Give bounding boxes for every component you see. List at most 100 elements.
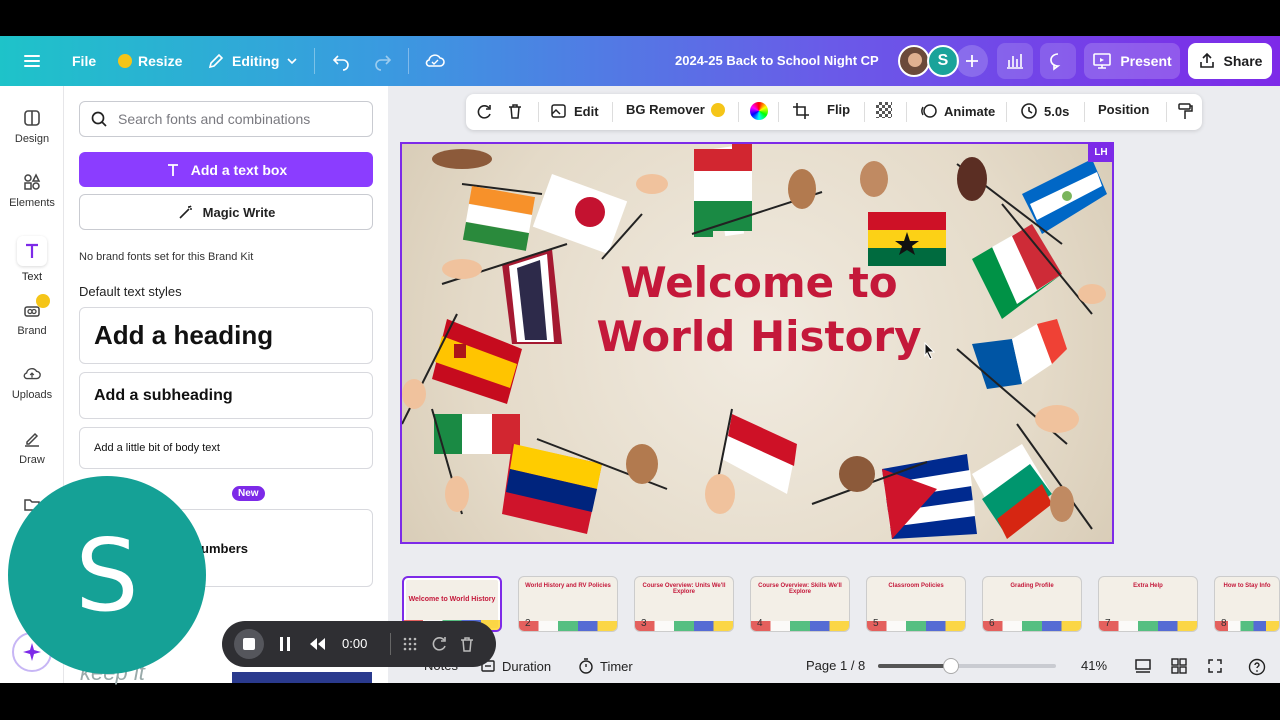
resize-button[interactable]: Resize <box>118 53 182 69</box>
transparency-button[interactable] <box>876 102 892 118</box>
magic-write-button[interactable]: Magic Write <box>79 194 373 230</box>
edit-image-button[interactable]: Edit <box>550 102 599 120</box>
add-text-box-button[interactable]: Add a text box <box>79 152 373 187</box>
help-icon[interactable] <box>1248 658 1266 676</box>
rail-item-draw[interactable]: Draw <box>0 429 64 466</box>
comments-button[interactable] <box>1040 43 1076 79</box>
duration-button[interactable]: 5.0s <box>1020 102 1069 120</box>
redo-icon[interactable] <box>373 51 393 71</box>
rail-item-brand[interactable]: Brand <box>0 294 64 337</box>
crop-icon[interactable] <box>792 102 810 120</box>
text-icon <box>167 163 178 176</box>
rail-label: Elements <box>9 197 55 209</box>
thumbnail-page-3[interactable]: Course Overview: Units We'll Explore 3 <box>634 576 734 632</box>
thumbnail-title: Welcome to World History <box>408 596 496 603</box>
uploads-icon <box>22 364 42 384</box>
rewind-icon[interactable] <box>308 636 326 655</box>
rail-label: Design <box>14 133 50 145</box>
comment-icon <box>1050 53 1061 71</box>
context-toolbar: Edit BG Remover Flip Animate 5.0s Positi… <box>466 94 1202 130</box>
document-title[interactable]: 2024-25 Back to School Night CP <box>675 53 879 68</box>
rail-label: Brand <box>17 325 47 337</box>
share-button[interactable]: Share <box>1188 43 1272 79</box>
chevron-down-icon <box>287 58 298 65</box>
zoom-slider[interactable] <box>878 658 1056 674</box>
rail-item-text[interactable]: Text <box>0 236 64 283</box>
fullscreen-icon[interactable] <box>1207 658 1223 674</box>
duration-bottom-button[interactable]: Duration <box>480 658 551 674</box>
add-text-box-label: Add a text box <box>190 161 288 178</box>
editing-label: Editing <box>232 53 280 69</box>
add-collaborator-button[interactable] <box>956 45 988 77</box>
add-body-text-option[interactable]: Add a little bit of body text <box>79 427 373 469</box>
cloud-saved-icon[interactable] <box>424 51 446 71</box>
timer-icon <box>579 658 593 674</box>
thumbnail-number: 7 <box>1105 618 1111 629</box>
restart-icon[interactable] <box>430 635 448 656</box>
rail-item-elements[interactable]: Elements <box>0 172 64 209</box>
new-badge: New <box>232 486 265 501</box>
mouse-cursor-icon <box>924 342 936 360</box>
user-avatar[interactable]: S <box>927 45 959 77</box>
flip-button[interactable]: Flip <box>827 102 850 117</box>
animate-icon <box>921 104 937 118</box>
file-menu[interactable]: File <box>72 53 96 69</box>
pages-view-icon[interactable] <box>1134 658 1152 674</box>
divider <box>1166 102 1167 122</box>
elements-icon <box>22 172 42 192</box>
pause-icon[interactable] <box>278 636 292 655</box>
rail-item-uploads[interactable]: Uploads <box>0 364 64 401</box>
flag-japan <box>532 174 643 260</box>
collaborator-avatar[interactable] <box>898 45 930 77</box>
delete-icon[interactable] <box>506 102 524 120</box>
search-input[interactable] <box>118 111 358 127</box>
magic-wand-icon <box>179 205 192 219</box>
add-subheading-option[interactable]: Add a subheading <box>79 372 373 419</box>
rail-label: Text <box>21 271 43 283</box>
rail-item-design[interactable]: Design <box>0 108 64 145</box>
page-indicator[interactable]: Page 1 / 8 <box>806 658 865 673</box>
slide-title[interactable]: Welcome to World History <box>402 256 1112 364</box>
present-button[interactable]: Present <box>1084 43 1180 79</box>
page-thumbnails: Welcome to World History World History a… <box>402 574 1280 634</box>
rail-label: Uploads <box>11 389 53 401</box>
timer-button[interactable]: Timer <box>578 658 633 674</box>
divider <box>390 633 391 655</box>
slide-canvas[interactable]: LH Welcome to World History <box>400 142 1114 544</box>
bg-remover-button[interactable]: BG Remover <box>626 102 725 117</box>
replace-icon[interactable] <box>474 102 494 122</box>
insights-button[interactable] <box>997 43 1033 79</box>
timer-label: Timer <box>600 658 633 674</box>
animate-button[interactable]: Animate <box>920 102 995 120</box>
thumbnail-page-5[interactable]: Classroom Policies 5 <box>866 576 966 632</box>
menu-icon[interactable] <box>22 51 42 71</box>
thumbnail-flags <box>1099 621 1197 631</box>
undo-icon[interactable] <box>331 51 351 71</box>
divider <box>1006 102 1007 122</box>
zoom-slider-handle[interactable] <box>943 658 959 674</box>
canva-editor: File Resize Editing 2024-25 Back to Scho… <box>0 0 1280 720</box>
present-label: Present <box>1120 53 1172 69</box>
thumbnail-page-8[interactable]: How to Stay Info 8 <box>1214 576 1280 632</box>
thumbnail-page-2[interactable]: World History and RV Policies 2 <box>518 576 618 632</box>
add-heading-option[interactable]: Add a heading <box>79 307 373 364</box>
font-search[interactable] <box>79 101 373 137</box>
grid-view-icon[interactable] <box>1171 658 1187 674</box>
draw-icon <box>22 429 42 449</box>
color-picker[interactable] <box>750 102 768 120</box>
drag-handle-icon[interactable] <box>402 636 418 655</box>
stop-recording-button[interactable] <box>234 629 264 659</box>
position-button[interactable]: Position <box>1098 102 1149 117</box>
editing-dropdown[interactable]: Editing <box>206 51 299 71</box>
paint-roller-icon[interactable] <box>1176 102 1194 120</box>
zoom-level[interactable]: 41% <box>1081 658 1107 673</box>
flag-cuba <box>811 454 977 539</box>
thumbnail-page-7[interactable]: Extra Help 7 <box>1098 576 1198 632</box>
thumbnail-page-6[interactable]: Grading Profile 6 <box>982 576 1082 632</box>
discard-recording-icon[interactable] <box>458 635 476 656</box>
zoom-slider-fill <box>878 664 951 668</box>
crown-icon <box>36 294 50 308</box>
thumbnail-page-4[interactable]: Course Overview: Skills We'll Explore 4 <box>750 576 850 632</box>
divider <box>906 102 907 122</box>
recording-webcam-avatar: S <box>8 476 206 674</box>
